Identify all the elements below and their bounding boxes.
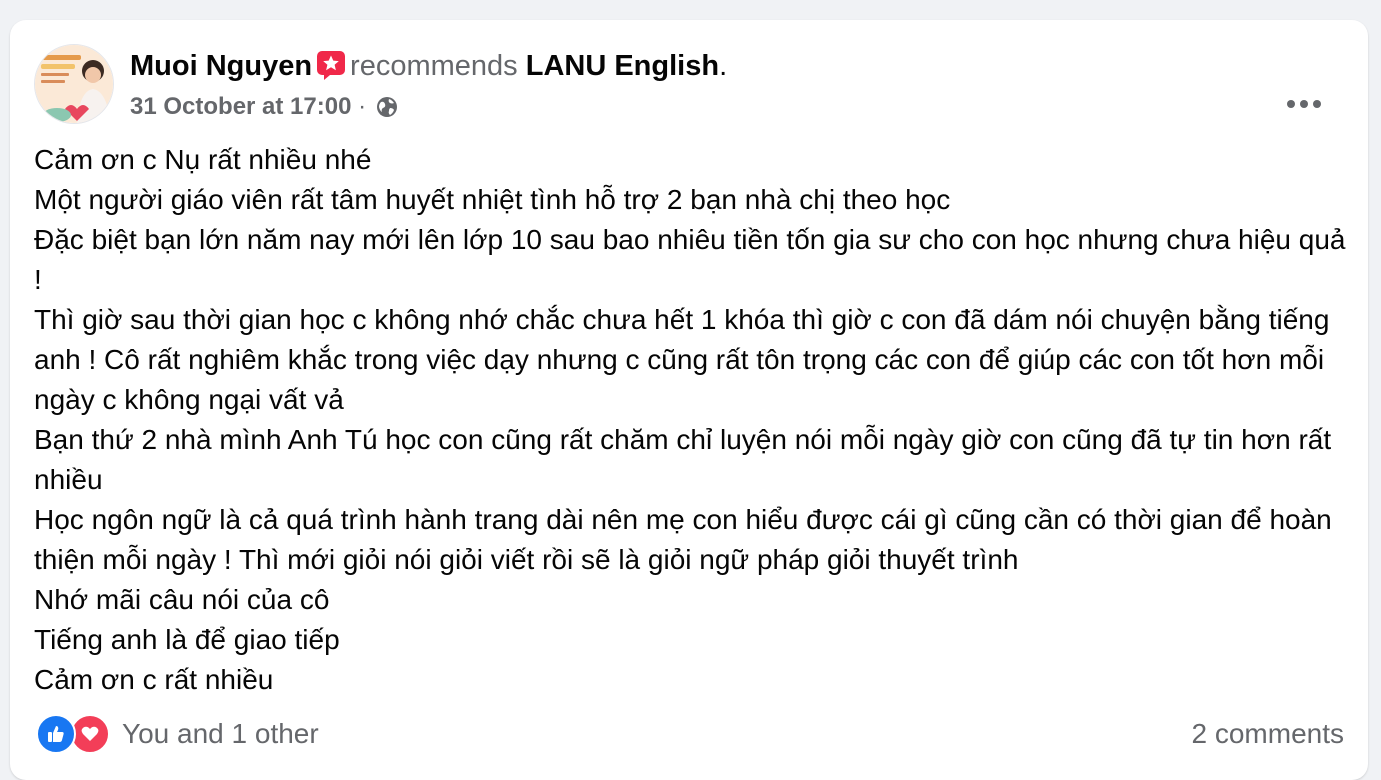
- post-line: Đặc biệt bạn lớn năm nay mới lên lớp 10 …: [34, 224, 1346, 295]
- post-line: Học ngôn ngữ là cả quá trình hành trang …: [34, 504, 1332, 575]
- post-body: Cảm ơn c Nụ rất nhiều nhé Một người giáo…: [34, 140, 1354, 700]
- author-name[interactable]: Muoi Nguyen: [130, 50, 312, 82]
- post-line: Một người giáo viên rất tâm huyết nhiệt …: [34, 184, 951, 215]
- comments-count-link[interactable]: 2 comments: [1192, 714, 1345, 754]
- avatar[interactable]: [34, 44, 114, 124]
- post-header: Muoi Nguyen recommends LANU English. 31 O…: [34, 44, 1344, 126]
- post-line: Thì giờ sau thời gian học c không nhớ ch…: [34, 304, 1330, 415]
- post-title-line: Muoi Nguyen recommends LANU English.: [130, 46, 727, 86]
- page-name-link[interactable]: LANU English: [526, 50, 719, 82]
- globe-icon[interactable]: [375, 95, 399, 119]
- love-icon: [70, 714, 110, 754]
- post-footer: You and 1 other 2 comments: [36, 712, 1344, 756]
- avatar-image: [35, 45, 113, 123]
- post-line: Nhớ mãi câu nói của cô: [34, 584, 330, 615]
- title-period: .: [719, 50, 728, 82]
- post-timestamp[interactable]: 31 October at 17:00: [130, 93, 351, 120]
- post-card: Muoi Nguyen recommends LANU English. 31 O…: [10, 20, 1368, 780]
- more-dots-icon: [1287, 100, 1321, 108]
- post-meta: 31 October at 17:00 ·: [130, 92, 727, 122]
- reactions-summary[interactable]: You and 1 other: [36, 714, 319, 754]
- more-options-button[interactable]: [1284, 84, 1324, 124]
- like-icon: [36, 714, 76, 754]
- post-line: Tiếng anh là để giao tiếp: [34, 624, 340, 655]
- recommends-label: recommends: [350, 50, 518, 82]
- post-line: Bạn thứ 2 nhà mình Anh Tú học con cũng r…: [34, 424, 1332, 495]
- header-text: Muoi Nguyen recommends LANU English. 31 O…: [130, 46, 727, 122]
- meta-separator: ·: [358, 93, 367, 120]
- recommend-star-icon: [316, 50, 346, 80]
- reactions-text[interactable]: You and 1 other: [122, 718, 319, 750]
- post-line: Cảm ơn c rất nhiều: [34, 664, 274, 695]
- post-line: Cảm ơn c Nụ rất nhiều nhé: [34, 144, 372, 175]
